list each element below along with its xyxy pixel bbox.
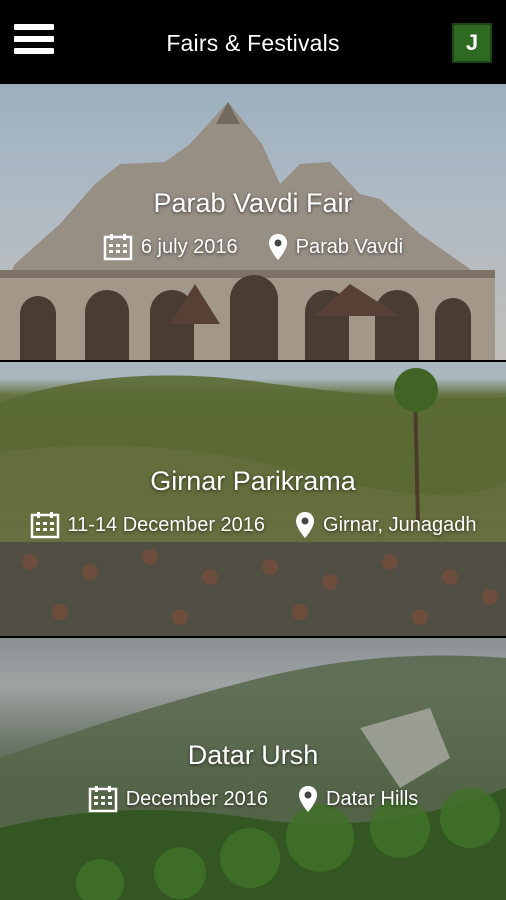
- festival-info: Parab Vavdi Fair 6 july 2016 Parab Vavdi: [0, 188, 506, 261]
- location-pin-icon: [295, 511, 315, 539]
- festival-location: Parab Vavdi: [295, 235, 404, 258]
- festival-location: Girnar, Junagadh: [323, 513, 477, 536]
- festival-card-datar-ursh[interactable]: Datar Ursh December 2016 Datar Hills: [0, 638, 506, 900]
- festival-location: Datar Hills: [326, 787, 419, 810]
- location-pin-icon: [298, 785, 318, 813]
- festival-info: Girnar Parikrama 11-14 December 2016 Gir…: [0, 466, 506, 539]
- page-title: Fairs & Festivals: [166, 30, 340, 56]
- app-logo-button[interactable]: J: [452, 23, 492, 63]
- festival-meta: 11-14 December 2016 Girnar, Junagadh: [0, 511, 506, 539]
- festival-meta: 6 july 2016 Parab Vavdi: [0, 233, 506, 261]
- festival-card-parab-vavdi[interactable]: Parab Vavdi Fair 6 july 2016 Parab Vavdi: [0, 84, 506, 360]
- festival-meta: December 2016 Datar Hills: [0, 785, 506, 813]
- festival-title: Girnar Parikrama: [150, 466, 356, 496]
- calendar-icon: [88, 785, 118, 813]
- app-bar: Fairs & Festivals J: [0, 0, 506, 84]
- festival-title: Parab Vavdi Fair: [153, 188, 353, 218]
- festival-card-girnar-parikrama[interactable]: Girnar Parikrama 11-14 December 2016 Gir…: [0, 362, 506, 636]
- location-pin-icon: [268, 233, 288, 261]
- festival-title: Datar Ursh: [187, 740, 319, 770]
- festival-date: 11-14 December 2016: [67, 513, 266, 536]
- calendar-icon: [103, 233, 133, 261]
- festival-info: Datar Ursh December 2016 Datar Hills: [0, 740, 506, 813]
- festival-date: December 2016: [125, 787, 269, 810]
- festival-date: 6 july 2016: [140, 235, 238, 258]
- calendar-icon: [30, 511, 60, 539]
